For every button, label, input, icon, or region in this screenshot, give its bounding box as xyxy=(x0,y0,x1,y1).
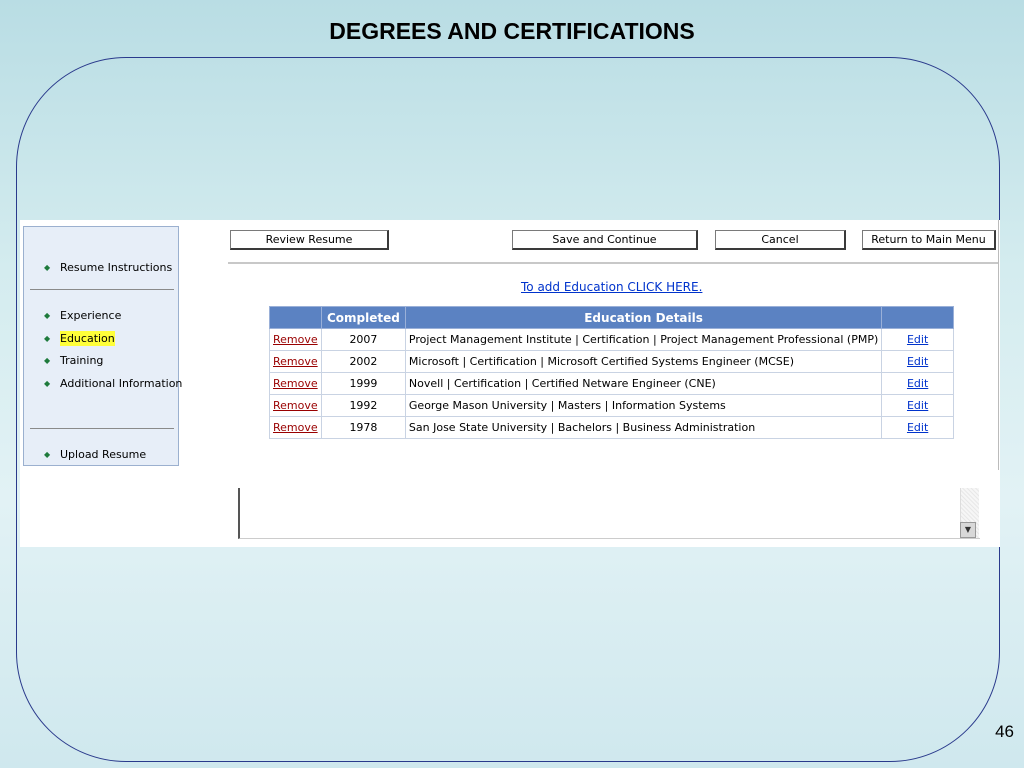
divider xyxy=(30,428,174,429)
column-header-education-details: Education Details xyxy=(404,306,883,329)
divider xyxy=(228,262,998,264)
edit-link[interactable]: Edit xyxy=(907,399,928,412)
page-number: 46 xyxy=(995,722,1014,741)
sidebar-item-label: Resume Instructions xyxy=(60,261,173,274)
sidebar: ◆ Resume Instructions ◆ Experience ◆ Edu… xyxy=(23,226,183,466)
edit-link[interactable]: Edit xyxy=(907,333,928,346)
diamond-bullet-icon: ◆ xyxy=(44,311,51,320)
sidebar-item-label: Experience xyxy=(60,309,122,322)
table-row: Remove 1978 San Jose State University | … xyxy=(269,416,954,439)
table-header-row: Completed Education Details xyxy=(269,306,954,329)
column-header-action xyxy=(269,306,322,329)
completed-year: 1992 xyxy=(320,394,406,417)
diamond-bullet-icon: ◆ xyxy=(44,263,51,272)
remove-link[interactable]: Remove xyxy=(273,333,318,346)
table-row: Remove 1992 George Mason University | Ma… xyxy=(269,394,954,417)
remove-link[interactable]: Remove xyxy=(273,399,318,412)
add-education-link[interactable]: To add Education CLICK HERE. xyxy=(521,280,702,294)
column-header-edit xyxy=(881,306,954,329)
notes-textarea[interactable] xyxy=(238,488,980,539)
remove-link[interactable]: Remove xyxy=(273,421,318,434)
education-details: George Mason University | Masters | Info… xyxy=(404,394,883,417)
diamond-bullet-icon: ◆ xyxy=(44,450,51,459)
table-row: Remove 1999 Novell | Certification | Cer… xyxy=(269,372,954,395)
table-row: Remove 2002 Microsoft | Certification | … xyxy=(269,350,954,373)
slide-title: DEGREES AND CERTIFICATIONS xyxy=(329,18,695,44)
education-details: Project Management Institute | Certifica… xyxy=(404,328,883,351)
diamond-bullet-icon: ◆ xyxy=(44,379,51,388)
edit-link[interactable]: Edit xyxy=(907,421,928,434)
save-and-continue-button[interactable]: Save and Continue xyxy=(512,230,698,250)
edit-link[interactable]: Edit xyxy=(907,377,928,390)
column-header-completed: Completed xyxy=(320,306,406,329)
return-to-main-menu-button[interactable]: Return to Main Menu xyxy=(862,230,996,250)
education-details: San Jose State University | Bachelors | … xyxy=(404,416,883,439)
edit-link[interactable]: Edit xyxy=(907,355,928,368)
completed-year: 2007 xyxy=(320,328,406,351)
education-details: Novell | Certification | Certified Netwa… xyxy=(404,372,883,395)
remove-link[interactable]: Remove xyxy=(273,355,318,368)
diamond-bullet-icon: ◆ xyxy=(44,356,51,365)
chevron-down-icon[interactable]: ▼ xyxy=(960,522,976,538)
app-screenshot: ◆ Resume Instructions ◆ Experience ◆ Edu… xyxy=(20,220,1000,547)
completed-year: 1978 xyxy=(320,416,406,439)
remove-link[interactable]: Remove xyxy=(273,377,318,390)
divider xyxy=(30,289,174,290)
sidebar-item-label: Education xyxy=(60,331,115,346)
sidebar-item-label: Training xyxy=(60,354,104,367)
education-details: Microsoft | Certification | Microsoft Ce… xyxy=(404,350,883,373)
education-table: Completed Education Details Remove 2007 … xyxy=(269,306,954,439)
diamond-bullet-icon: ◆ xyxy=(44,334,51,343)
cancel-button[interactable]: Cancel xyxy=(715,230,846,250)
main-content: Review Resume Save and Continue Cancel R… xyxy=(228,220,999,470)
sidebar-item-label: Upload Resume xyxy=(60,448,147,461)
completed-year: 1999 xyxy=(320,372,406,395)
sidebar-item-label: Additional Information xyxy=(60,377,183,390)
completed-year: 2002 xyxy=(320,350,406,373)
review-resume-button[interactable]: Review Resume xyxy=(230,230,389,250)
table-row: Remove 2007 Project Management Institute… xyxy=(269,328,954,351)
